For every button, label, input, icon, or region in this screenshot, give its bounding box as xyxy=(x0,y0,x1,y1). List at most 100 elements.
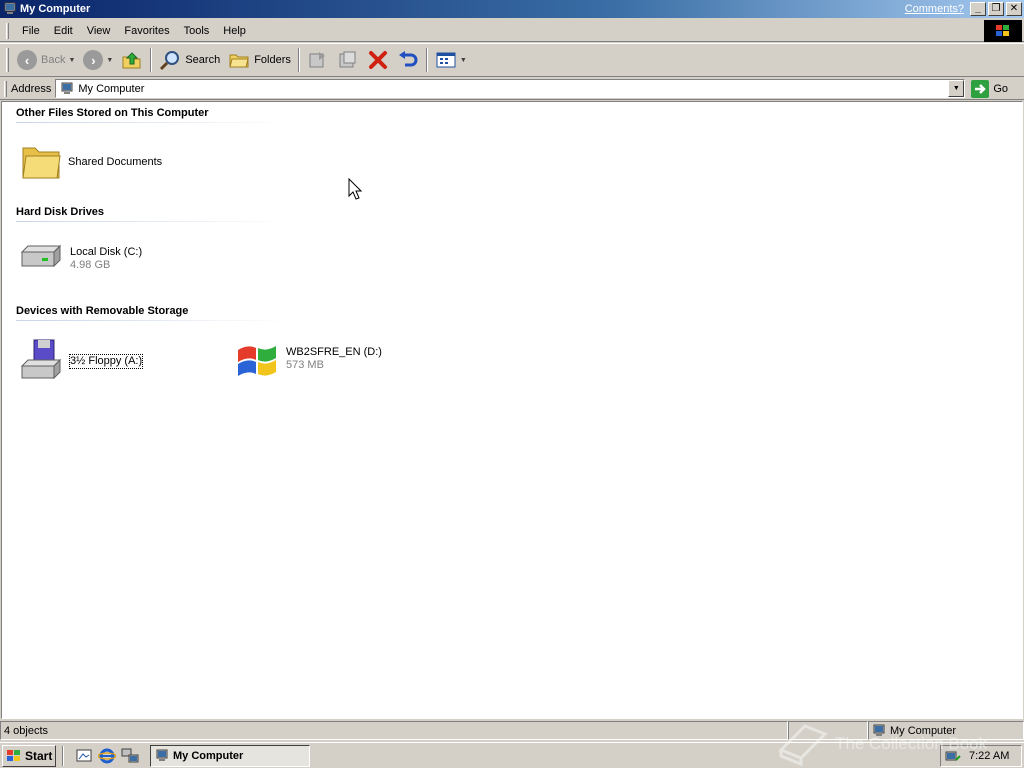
group-divider xyxy=(16,122,288,123)
my-computer-icon xyxy=(4,2,16,14)
back-dropdown-icon[interactable]: ▼ xyxy=(68,57,75,64)
task-label: My Computer xyxy=(173,749,244,762)
my-computer-icon xyxy=(873,724,885,736)
toolbar-grip[interactable] xyxy=(6,48,9,72)
item-cd-drive-d[interactable]: WB2SFRE_EN (D:) 573 MB xyxy=(234,338,382,380)
status-blank xyxy=(788,721,868,740)
menu-tools[interactable]: Tools xyxy=(177,25,217,37)
address-bar: Address My Computer ▼ Go xyxy=(0,78,1024,100)
address-value: My Computer xyxy=(78,82,145,95)
copy-to-button[interactable] xyxy=(333,46,363,74)
forward-dropdown-icon[interactable]: ▼ xyxy=(106,57,113,64)
restore-button[interactable]: ❐ xyxy=(988,2,1004,16)
network-tray-icon[interactable] xyxy=(945,748,961,764)
comments-link[interactable]: Comments? xyxy=(905,3,964,15)
minimize-button[interactable]: _ xyxy=(970,2,986,16)
menu-grip[interactable] xyxy=(6,22,9,39)
item-label: Shared Documents xyxy=(68,155,163,168)
menu-help[interactable]: Help xyxy=(216,25,253,37)
my-computer-icon xyxy=(61,82,73,94)
back-arrow-icon: ‹ xyxy=(17,50,37,70)
close-button[interactable]: ✕ xyxy=(1006,2,1022,16)
windows-cd-icon xyxy=(238,346,276,376)
item-size: 573 MB xyxy=(286,359,324,371)
file-list-pane[interactable]: Other Files Stored on This Computer Shar… xyxy=(1,101,1023,719)
search-button[interactable]: Search xyxy=(155,46,224,74)
views-icon xyxy=(436,52,456,68)
group-title-removable-storage: Devices with Removable Storage xyxy=(16,305,189,317)
toolbar-separator xyxy=(425,48,428,72)
status-object-count: 4 objects xyxy=(0,721,788,740)
go-button[interactable]: Go xyxy=(971,79,1009,98)
menu-favorites[interactable]: Favorites xyxy=(117,25,176,37)
item-local-disk-c[interactable]: Local Disk (C:) 4.98 GB xyxy=(18,242,142,276)
undo-button[interactable] xyxy=(393,46,423,74)
folders-label: Folders xyxy=(254,54,291,66)
group-title-other-files: Other Files Stored on This Computer xyxy=(16,107,209,119)
window-title: My Computer xyxy=(20,3,91,15)
folders-button[interactable]: Folders xyxy=(224,46,295,74)
clock[interactable]: 7:22 AM xyxy=(969,750,1009,762)
floppy-drive-icon xyxy=(20,339,62,380)
go-label: Go xyxy=(993,82,1009,95)
address-grip[interactable] xyxy=(4,80,7,97)
group-divider xyxy=(16,320,288,321)
mouse-cursor-icon xyxy=(348,178,362,200)
go-arrow-icon xyxy=(971,79,990,98)
taskbar-button-my-computer[interactable]: My Computer xyxy=(150,744,310,767)
menu-bar: File Edit View Favorites Tools Help xyxy=(0,20,1024,42)
views-button[interactable]: ▼ xyxy=(431,46,471,74)
quick-launch xyxy=(75,747,144,765)
item-floppy-a[interactable]: 3½ Floppy (A:) xyxy=(18,338,144,384)
windows-logo-icon xyxy=(984,20,1022,42)
move-to-button[interactable] xyxy=(303,46,333,74)
forward-arrow-icon: › xyxy=(83,50,104,70)
item-label: WB2SFRE_EN (D:) xyxy=(286,346,382,358)
start-button[interactable]: Start xyxy=(2,744,56,767)
back-button[interactable]: ‹ Back ▼ xyxy=(13,46,79,74)
toolbar-separator xyxy=(297,48,300,72)
taskbar: Start My Computer 7:22 AM xyxy=(0,742,1024,768)
folder-icon xyxy=(22,147,61,179)
my-computer-icon xyxy=(156,749,168,761)
copy-to-icon xyxy=(339,51,356,68)
item-label: 3½ Floppy (A:) xyxy=(68,353,144,369)
address-input[interactable]: My Computer ▼ xyxy=(55,79,966,98)
item-size: 4.98 GB xyxy=(70,259,111,271)
internet-explorer-icon[interactable] xyxy=(98,747,116,765)
status-location: My Computer xyxy=(890,724,957,737)
views-dropdown-icon[interactable]: ▼ xyxy=(460,57,467,64)
forward-button[interactable]: › ▼ xyxy=(79,46,117,74)
title-bar[interactable]: My Computer Comments? _ ❐ ✕ xyxy=(0,0,1024,18)
group-title-hard-disk-drives: Hard Disk Drives xyxy=(16,206,105,218)
status-zone: My Computer xyxy=(868,721,1024,740)
group-divider xyxy=(16,221,288,222)
folders-icon xyxy=(229,54,249,68)
toolbar-separator xyxy=(150,48,153,72)
up-folder-icon xyxy=(122,52,141,69)
status-bar: 4 objects My Computer xyxy=(0,721,1024,741)
address-dropdown-button[interactable]: ▼ xyxy=(948,80,965,97)
system-tray: 7:22 AM xyxy=(940,745,1022,767)
address-label: Address xyxy=(11,82,52,95)
item-label: Local Disk (C:) xyxy=(70,246,143,258)
standard-toolbar: ‹ Back ▼ › ▼ Search Folders ▼ xyxy=(0,43,1024,77)
delete-button[interactable] xyxy=(363,46,393,74)
move-to-icon xyxy=(309,52,325,68)
delete-x-icon xyxy=(368,51,387,69)
undo-icon xyxy=(398,51,418,67)
hard-disk-icon xyxy=(20,244,62,268)
start-label: Start xyxy=(25,748,53,763)
taskbar-separator xyxy=(62,745,64,766)
back-label: Back xyxy=(41,54,66,66)
menu-file[interactable]: File xyxy=(15,25,47,37)
network-connection-icon[interactable] xyxy=(121,747,139,765)
menu-edit[interactable]: Edit xyxy=(47,25,80,37)
search-icon xyxy=(160,51,180,71)
windows-flag-icon xyxy=(7,749,20,761)
search-label: Search xyxy=(185,54,221,66)
menu-view[interactable]: View xyxy=(80,25,118,37)
item-shared-documents[interactable]: Shared Documents xyxy=(20,142,162,182)
show-desktop-icon[interactable] xyxy=(75,747,93,765)
up-folder-button[interactable] xyxy=(117,46,147,74)
